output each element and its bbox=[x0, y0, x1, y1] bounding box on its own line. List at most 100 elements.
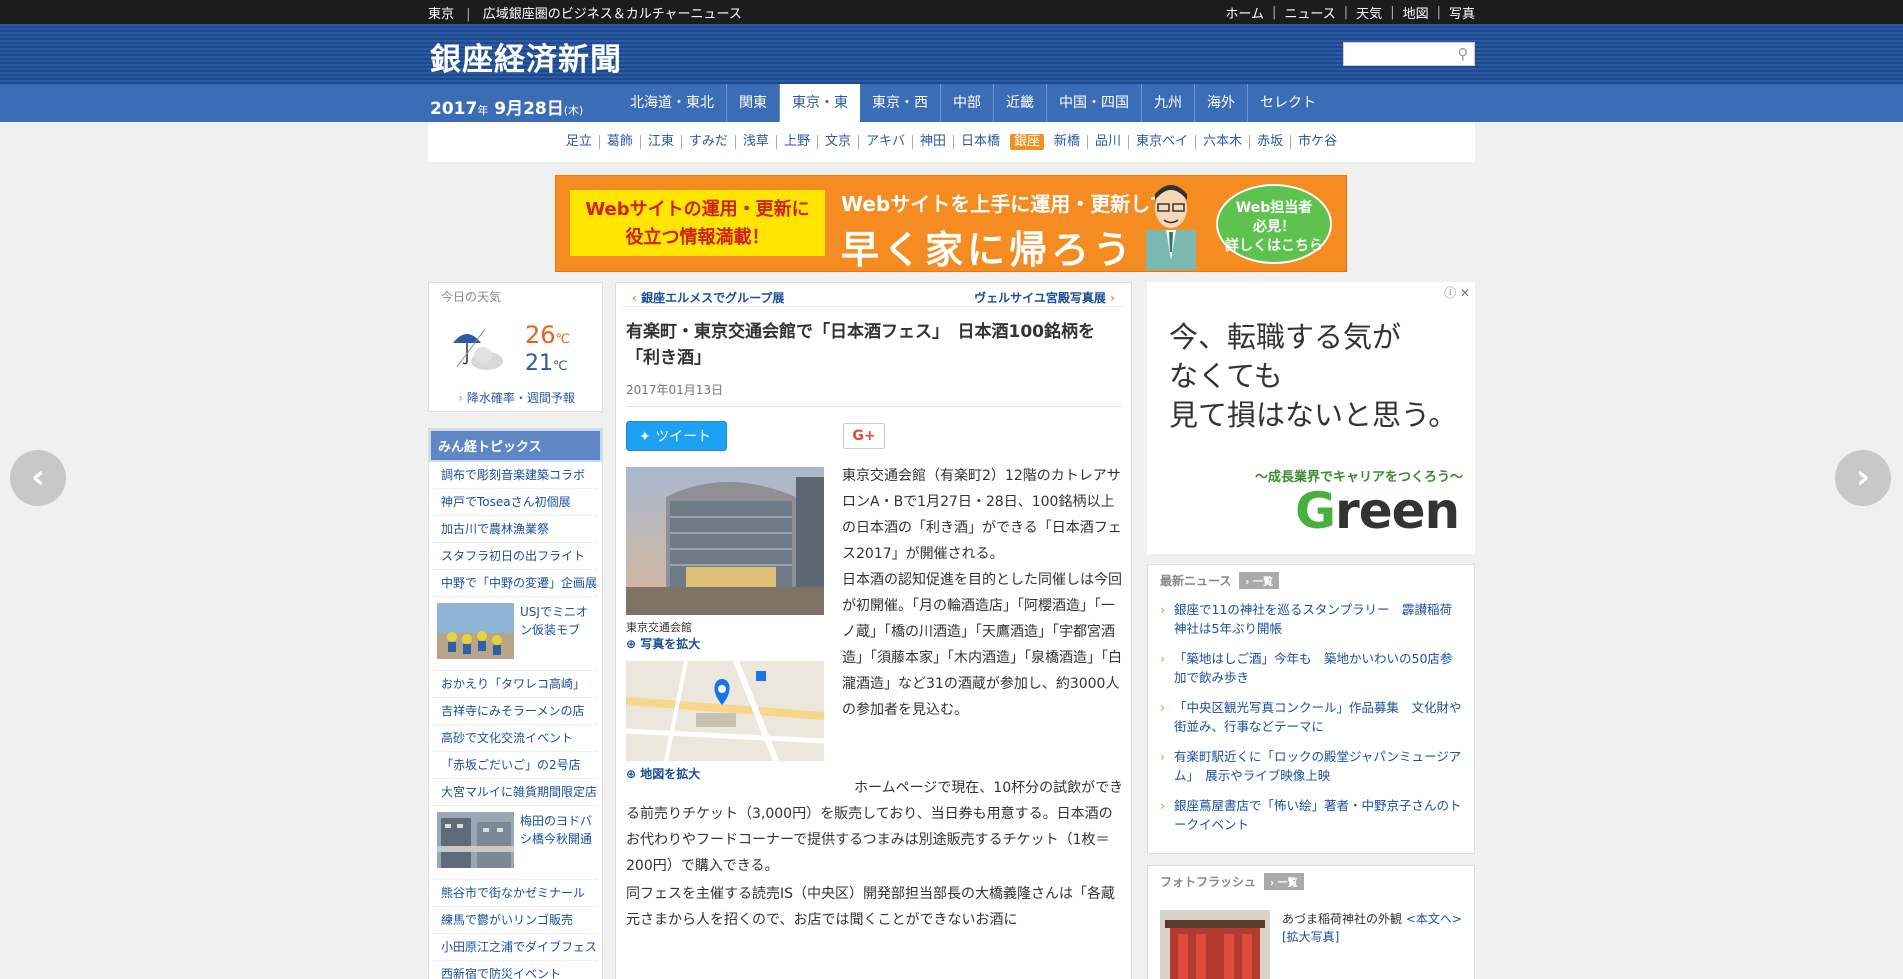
area-link[interactable]: 赤坂 bbox=[1250, 135, 1292, 149]
shrine-photo[interactable] bbox=[1160, 910, 1270, 979]
topic-link[interactable]: 「赤坂ごだいご」の2号店 bbox=[433, 752, 598, 779]
weather-widget: 今日の天気 26℃ 21℃ › 降水確率・週間予報 bbox=[428, 282, 603, 412]
next-article-link[interactable]: ヴェルサイユ宮殿写真展 › bbox=[974, 289, 1115, 306]
topic-photo-item[interactable]: 梅田のヨドバシ橋今秋開通 bbox=[433, 806, 598, 880]
topic-thumbnail bbox=[437, 812, 514, 868]
sidebar-ad[interactable]: ⓘ ✕ 今、転職する気が なくても 見て損はないと思う。 〜成長業界でキャリアを… bbox=[1147, 282, 1475, 554]
region-nav: 2017年 9月28日(木) 北海道・東北 関東 東京・東 東京・西 中部 近畿… bbox=[0, 84, 1903, 122]
photo-list-link[interactable]: › 一覧 bbox=[1264, 873, 1304, 890]
topic-link[interactable]: 加古川で農林漁業祭 bbox=[433, 516, 598, 543]
ad-info-close-icon[interactable]: ⓘ ✕ bbox=[1444, 284, 1470, 301]
article-photo[interactable] bbox=[626, 467, 824, 615]
topic-link[interactable]: 吉祥寺にみそラーメンの店 bbox=[433, 698, 598, 725]
area-link[interactable]: すみだ bbox=[682, 135, 736, 149]
topic-link[interactable]: 中野で「中野の変遷」企画展 bbox=[433, 570, 598, 597]
zoom-icon: ⊕ bbox=[626, 637, 637, 651]
region-tab-kanto[interactable]: 関東 bbox=[727, 84, 780, 122]
prev-article-link[interactable]: ‹ 銀座エルメスでグループ展 bbox=[632, 289, 784, 306]
tweet-button[interactable]: ✦ ツイート bbox=[626, 421, 727, 451]
site-header: 銀座経済新聞 ⚲ bbox=[0, 24, 1903, 84]
region-tab-chugoku-shikoku[interactable]: 中国・四国 bbox=[1047, 84, 1142, 122]
topic-link[interactable]: スタフラ初日の出フライト bbox=[433, 543, 598, 570]
area-link[interactable]: 江東 bbox=[641, 135, 682, 149]
area-link[interactable]: 市ケ谷 bbox=[1291, 135, 1344, 149]
area-link[interactable]: 浅草 bbox=[736, 135, 777, 149]
region-tab-overseas[interactable]: 海外 bbox=[1195, 84, 1248, 122]
umbrella-cloud-icon bbox=[453, 328, 503, 370]
banner-headline: Webサイトを上手に運用・更新して 早く家に帰ろう bbox=[841, 192, 1170, 272]
area-link[interactable]: 品川 bbox=[1088, 135, 1130, 149]
top-link-weather[interactable]: 天気 bbox=[1356, 3, 1382, 22]
news-link[interactable]: › 有楽町駅近くに「ロックの殿堂ジャパンミュージアム」 展示やライブ映像上映 bbox=[1148, 743, 1474, 792]
top-link-photo[interactable]: 写真 bbox=[1449, 3, 1475, 22]
topic-link[interactable]: おかえり「タワレコ高崎」 bbox=[433, 671, 598, 698]
site-tagline: 東京 | 広域銀座圏のビジネス＆カルチャーニュース bbox=[428, 6, 742, 22]
area-link[interactable]: 上野 bbox=[777, 135, 818, 149]
topic-link[interactable]: 練馬で鬱がいリンゴ販売 bbox=[433, 907, 598, 934]
photo-flash-caption: あづま稲荷神社の外観 <本文へ> [拡大写真] bbox=[1282, 912, 1462, 944]
article-date: 2017年01月13日 bbox=[626, 371, 1121, 407]
google-plus-button[interactable]: G+ bbox=[843, 423, 885, 449]
article-paragraph: 日本酒の認知促進を目的とした同催しは今回が初開催。「月の輪酒造店」「阿櫻酒造」「… bbox=[842, 572, 1122, 718]
topic-link[interactable]: 高砂で文化交流イベント bbox=[433, 725, 598, 752]
article-paragraph: ホームページで現在、10杯分の試飲ができる前売りチケット（3,000円）を販売し… bbox=[626, 780, 1124, 874]
region-tab-kinki[interactable]: 近畿 bbox=[994, 84, 1047, 122]
banner-ad[interactable]: Webサイトの運用・更新に 役立つ情報満載！ Webサイトを上手に運用・更新して… bbox=[555, 175, 1347, 272]
article: ‹ 銀座エルメスでグループ展 ヴェルサイユ宮殿写真展 › 有楽町・東京交通会館で… bbox=[615, 282, 1132, 979]
banner-cta-bubble[interactable]: Web担当者 必見！ 詳しくはこちら bbox=[1216, 184, 1332, 264]
area-link[interactable]: 神田 bbox=[913, 135, 954, 149]
area-link[interactable]: 文京 bbox=[818, 135, 859, 149]
zoom-photo-link[interactable]: [拡大写真] bbox=[1282, 930, 1339, 944]
area-link[interactable]: 足立 bbox=[559, 135, 600, 149]
ad-copy: 今、転職する気が なくても 見て損はないと思う。 bbox=[1169, 320, 1458, 432]
news-link[interactable]: › 「中央区観光写真コンクール」作品募集 文化財や街並み、行事などテーマに bbox=[1148, 694, 1474, 743]
area-link[interactable]: 日本橋 bbox=[954, 135, 1007, 149]
photo-zoom-link[interactable]: ⊕ 写真を拡大 bbox=[626, 635, 700, 652]
region-tab-select[interactable]: セレクト bbox=[1248, 84, 1328, 122]
top-link-news[interactable]: ニュース bbox=[1284, 3, 1335, 22]
topic-link[interactable]: 熊谷市で街なかゼミナール bbox=[433, 880, 598, 907]
topic-link[interactable]: 神戸でToseaさん初個展 bbox=[433, 489, 598, 516]
topic-link[interactable]: 大宮マルイに雑貨期間限定店 bbox=[433, 779, 598, 806]
topic-photo-item[interactable]: USJでミニオン仮装モブ bbox=[433, 597, 598, 671]
top-links: ホーム | ニュース | 天気 | 地図 | 写真 bbox=[1225, 3, 1475, 22]
area-nav: 足立 葛飾 江東 すみだ 浅草 上野 文京 アキバ 神田 日本橋 銀座 新橋 品… bbox=[428, 122, 1475, 162]
area-link[interactable]: 東京ベイ bbox=[1129, 135, 1197, 149]
region-tab-hokkaido-tohoku[interactable]: 北海道・東北 bbox=[618, 84, 727, 122]
area-link[interactable]: 新橋 bbox=[1047, 135, 1089, 149]
top-link-home[interactable]: ホーム bbox=[1225, 3, 1264, 22]
region-tab-kyushu[interactable]: 九州 bbox=[1142, 84, 1195, 122]
main-text-link[interactable]: <本文へ> bbox=[1406, 912, 1462, 926]
top-link-map[interactable]: 地図 bbox=[1403, 3, 1429, 22]
search-icon[interactable]: ⚲ bbox=[1454, 45, 1472, 63]
region-tab-tokyo-west[interactable]: 東京・西 bbox=[860, 84, 941, 122]
news-link[interactable]: › 「築地はしご酒」今年も 築地かいわいの50店参加で飲み歩き bbox=[1148, 645, 1474, 694]
latest-news-title: 最新ニュース › 一覧 bbox=[1148, 565, 1474, 596]
article-title: 有楽町・東京交通会館で「日本酒フェス」 日本酒100銘柄を「利き酒」 bbox=[626, 322, 1095, 368]
forecast-link[interactable]: › 降水確率・週間予報 bbox=[429, 389, 604, 406]
region-tab-tokyo-east[interactable]: 東京・東 bbox=[780, 84, 860, 122]
news-link[interactable]: › 銀座蔦屋書店で「怖い絵」著者・中野京子さんのトークイベント bbox=[1148, 792, 1474, 841]
next-page-arrow-icon[interactable]: › bbox=[1835, 450, 1891, 506]
photo-caption: 東京交通会館 bbox=[626, 621, 692, 634]
location-map[interactable] bbox=[626, 661, 824, 761]
banner-left-box: Webサイトの運用・更新に 役立つ情報満載！ bbox=[570, 190, 825, 256]
site-logo[interactable]: 銀座経済新聞 bbox=[430, 34, 622, 79]
top-region[interactable]: 東京 bbox=[428, 7, 454, 22]
search-input[interactable]: ⚲ bbox=[1343, 42, 1475, 66]
article-paragraph: 同フェスを主催する読売IS（中央区）開発部担当部長の大橋義隆さんは「各蔵元さまか… bbox=[626, 886, 1116, 928]
area-link[interactable]: アキバ bbox=[859, 135, 913, 149]
area-link-active[interactable]: 銀座 bbox=[1010, 134, 1045, 150]
area-link[interactable]: 葛飾 bbox=[600, 135, 641, 149]
article-paragraph: 東京交通会館（有楽町2）12階のカトレアサロンA・Bで1月27日・28日、100… bbox=[842, 468, 1122, 562]
area-link[interactable]: 六本木 bbox=[1196, 135, 1251, 149]
topic-link[interactable]: 小田原江之浦でダイブフェス bbox=[433, 934, 598, 961]
region-tab-chubu[interactable]: 中部 bbox=[941, 84, 994, 122]
temp-low: 21℃ bbox=[525, 351, 568, 376]
news-list-link[interactable]: › 一覧 bbox=[1239, 572, 1280, 589]
prev-page-arrow-icon[interactable]: ‹ bbox=[10, 450, 66, 506]
weather-title: 今日の天気 bbox=[441, 290, 502, 304]
topic-link[interactable]: 調布で彫刻音楽建築コラボ bbox=[433, 462, 598, 489]
news-link[interactable]: › 銀座で11の神社を巡るスタンプラリー 霹讃稲荷神社は5年ぶり開帳 bbox=[1148, 596, 1474, 645]
topic-link[interactable]: 西新宿で防災イベント bbox=[433, 961, 598, 979]
